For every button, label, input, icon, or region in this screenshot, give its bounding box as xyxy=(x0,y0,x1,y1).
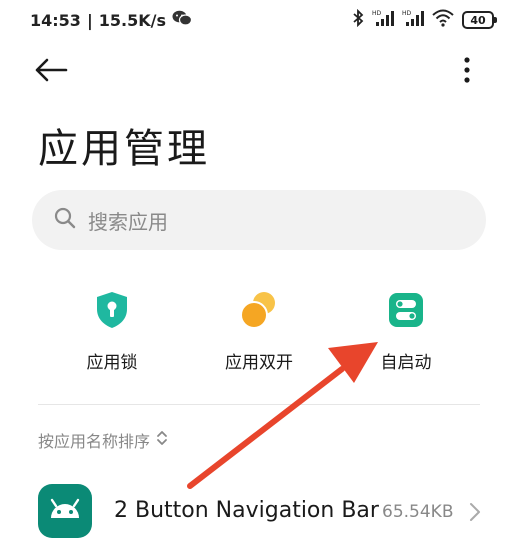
status-left: 14:53 | 15.5K/s xyxy=(30,10,193,30)
feature-label: 应用锁 xyxy=(86,353,138,373)
sort-label: 按应用名称排序 xyxy=(38,432,151,451)
app-lock-shield-icon xyxy=(92,290,132,330)
more-vertical-icon xyxy=(464,57,470,87)
wifi-icon xyxy=(432,9,454,31)
page-title: 应用管理 xyxy=(38,126,210,172)
dual-apps-icon xyxy=(239,290,279,330)
svg-text:HD: HD xyxy=(402,10,412,17)
feature-label: 应用双开 xyxy=(225,353,293,373)
sort-selector[interactable]: 按应用名称排序 xyxy=(38,428,168,452)
app-size: 65.54KB xyxy=(382,502,454,522)
status-bar: 14:53 | 15.5K/s HD HD 40 xyxy=(0,0,518,40)
sort-chevron-icon xyxy=(156,430,168,450)
back-button[interactable] xyxy=(34,54,74,90)
signal-hd-icon: HD xyxy=(402,9,424,31)
feature-app-lock[interactable]: 应用锁 xyxy=(47,290,177,380)
battery-level: 40 xyxy=(470,13,486,27)
battery-icon: 40 xyxy=(462,11,497,29)
bluetooth-icon xyxy=(352,8,364,31)
status-separator: | xyxy=(86,10,93,30)
more-options-button[interactable] xyxy=(452,52,482,92)
status-time: 14:53 xyxy=(30,10,81,30)
status-right: HD HD 40 xyxy=(352,8,497,31)
search-input[interactable]: 搜索应用 xyxy=(32,190,486,250)
chevron-right-icon xyxy=(468,502,482,522)
arrow-left-icon xyxy=(34,58,68,86)
app-list-item[interactable]: 2 Button Navigation Bar 65.54KB xyxy=(38,484,498,544)
autostart-toggle-icon xyxy=(386,290,426,330)
divider xyxy=(38,404,480,405)
search-placeholder: 搜索应用 xyxy=(88,209,168,234)
android-icon xyxy=(38,484,92,538)
search-icon xyxy=(54,207,76,233)
app-name: 2 Button Navigation Bar xyxy=(114,498,379,523)
annotation-arrow-icon xyxy=(187,342,378,489)
feature-dual-apps[interactable]: 应用双开 xyxy=(194,290,324,380)
wechat-icon xyxy=(172,10,193,30)
svg-text:HD: HD xyxy=(372,10,382,17)
signal-hd-icon: HD xyxy=(372,9,394,31)
feature-autostart[interactable]: 自启动 xyxy=(341,290,471,380)
feature-label: 自启动 xyxy=(380,353,432,373)
status-speed: 15.5K/s xyxy=(98,10,167,30)
